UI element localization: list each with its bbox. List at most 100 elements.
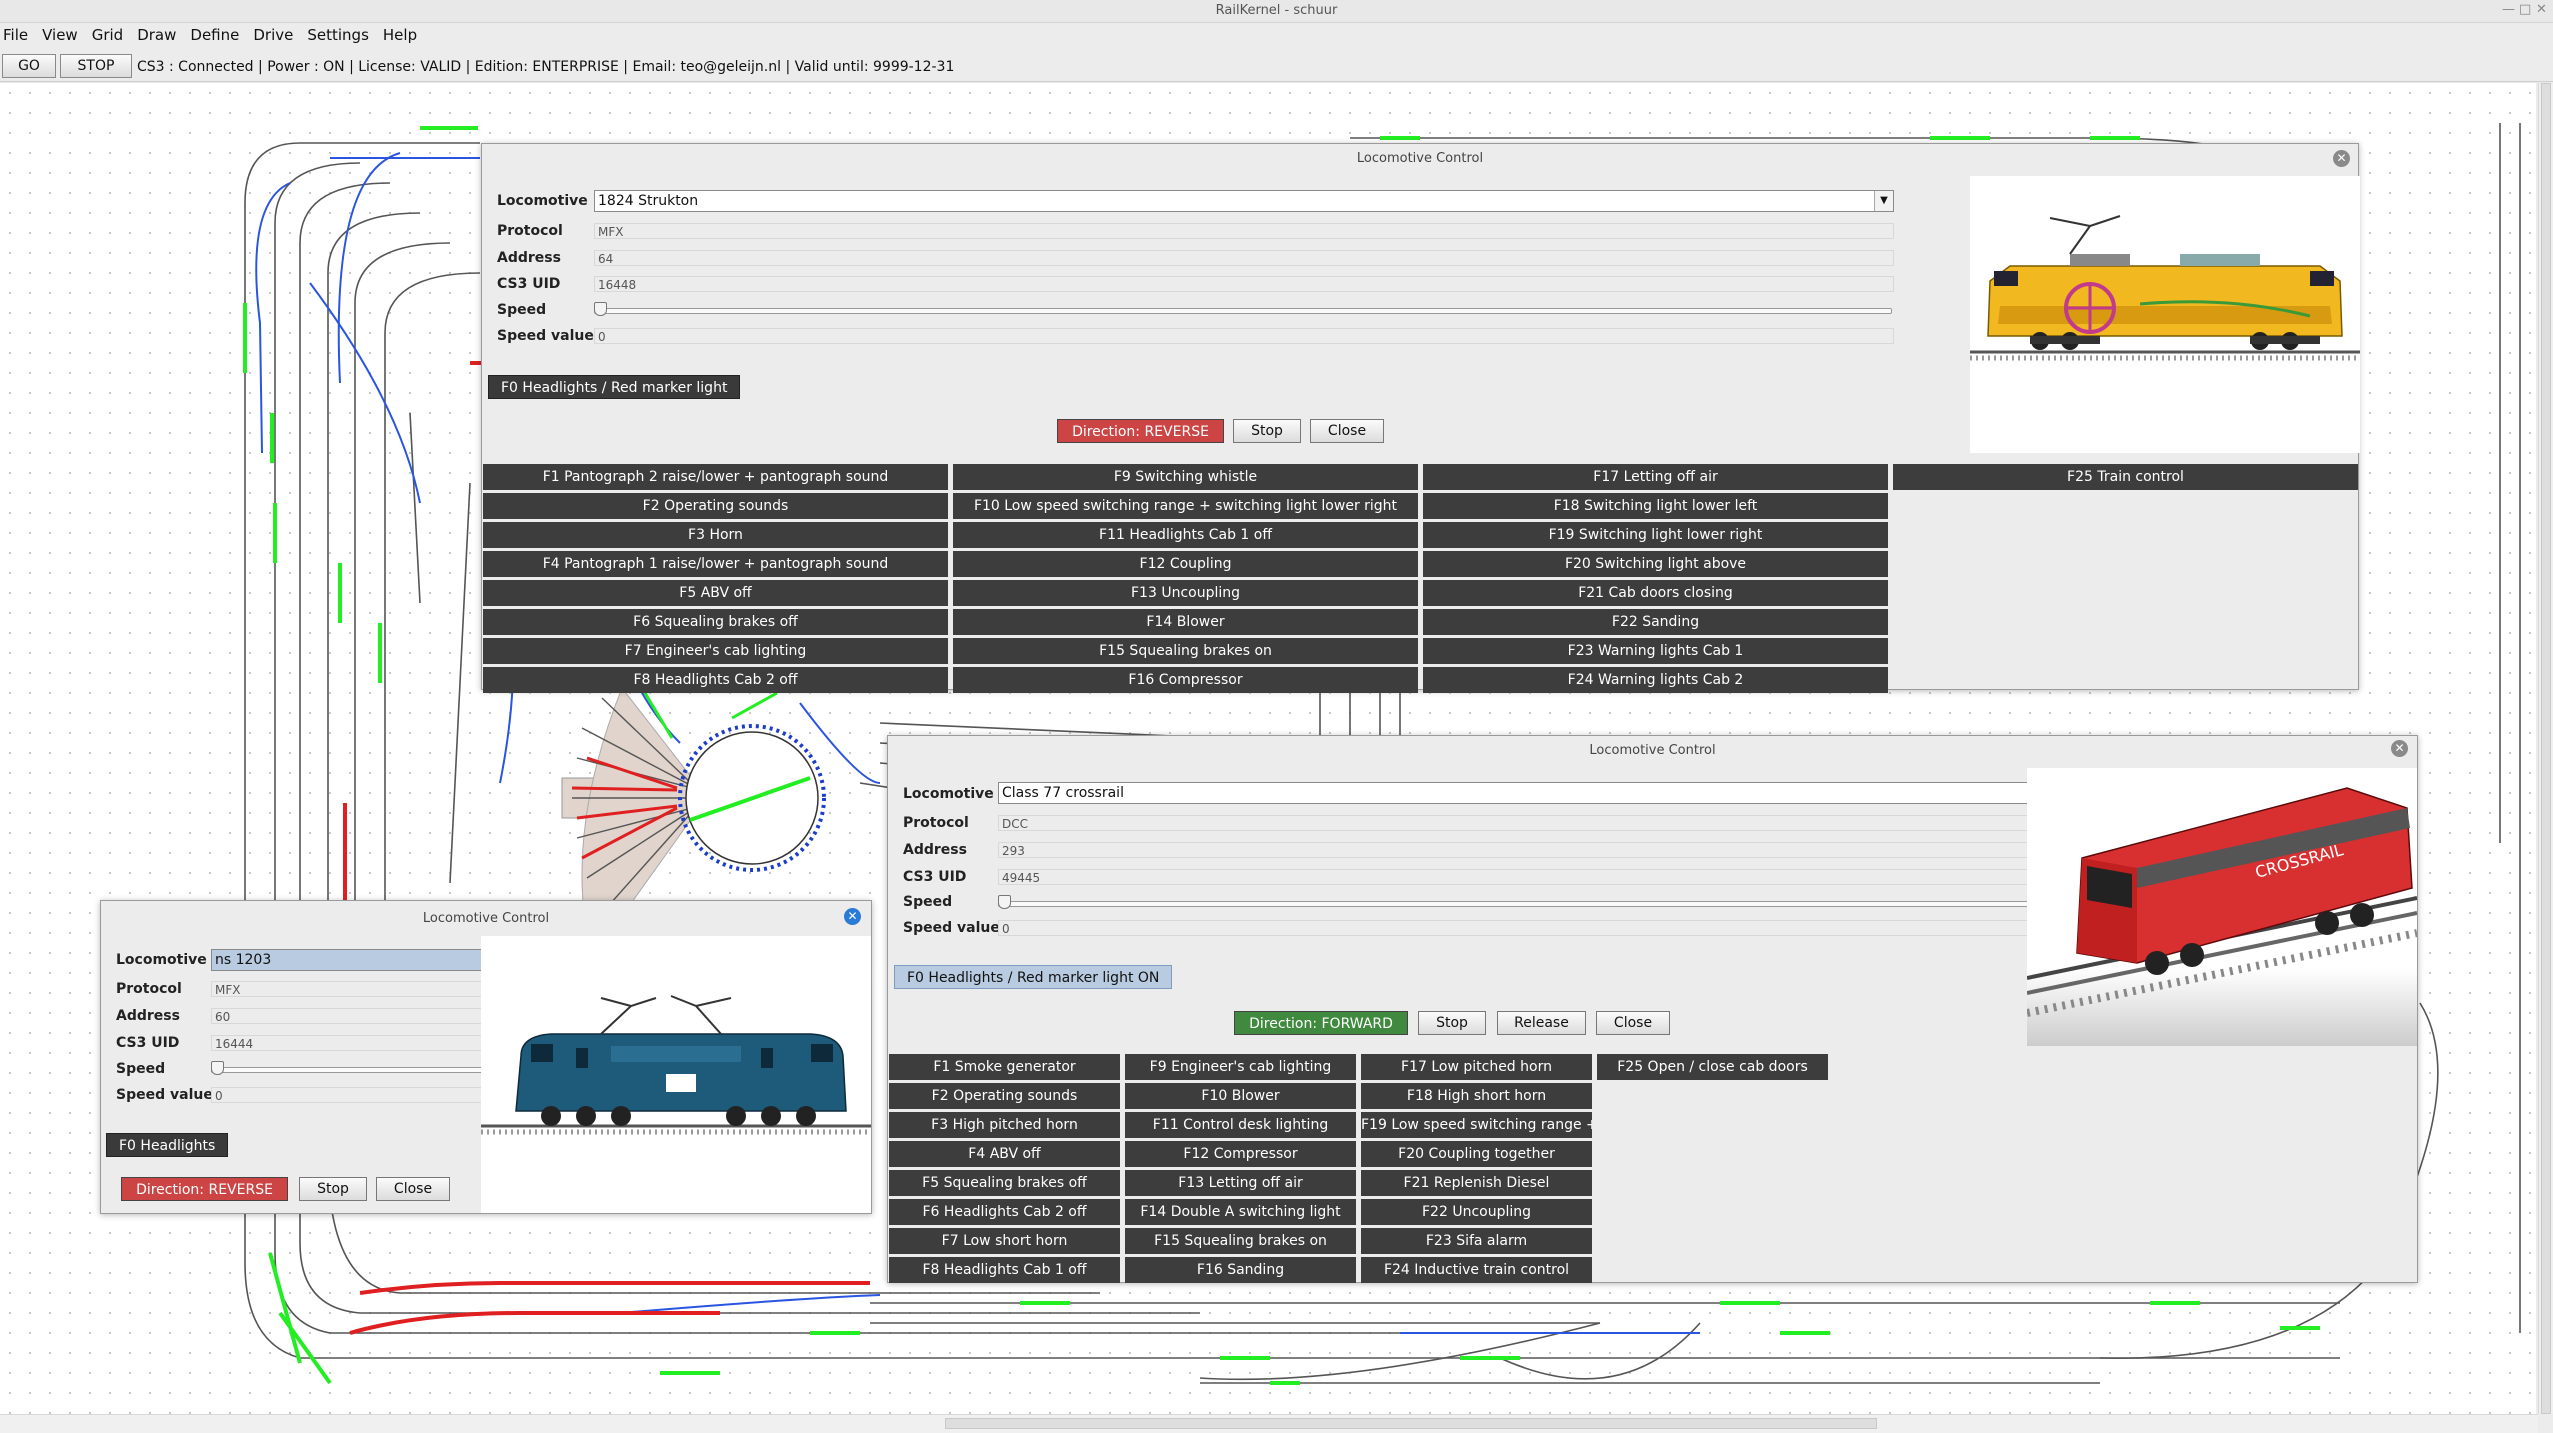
function-button-f10[interactable]: F10 Blower xyxy=(1125,1083,1356,1109)
locomotive-control-dialog-class77: Locomotive Control ✕ Locomotive Class 77… xyxy=(887,735,2418,1283)
locomotive-label: Locomotive xyxy=(116,952,207,968)
function-button-f21[interactable]: F21 Cab doors closing xyxy=(1423,580,1888,606)
menu-bar: File View Grid Draw Define Drive Settings Help xyxy=(0,23,2553,49)
speed-slider-knob[interactable] xyxy=(594,302,607,316)
function-button-grid: F1 Pantograph 2 raise/lower + pantograph… xyxy=(483,464,2358,693)
function-button-f3[interactable]: F3 High pitched horn xyxy=(889,1112,1120,1138)
function-button-f23[interactable]: F23 Sifa alarm xyxy=(1361,1228,1592,1254)
f0-function-toggle[interactable]: F0 Headlights / Red marker light xyxy=(488,375,741,399)
horizontal-scrollbar[interactable] xyxy=(0,1414,2538,1433)
locomotive-select[interactable]: Class 77 crossrail▼ xyxy=(998,782,2111,804)
function-button-f11[interactable]: F11 Control desk lighting xyxy=(1125,1112,1356,1138)
close-icon[interactable]: ✕ xyxy=(2333,150,2350,167)
function-button-f14[interactable]: F14 Blower xyxy=(953,609,1418,635)
function-button-f3[interactable]: F3 Horn xyxy=(483,522,948,548)
vertical-scroll-thumb[interactable] xyxy=(2541,83,2551,1414)
close-icon[interactable]: ✕ xyxy=(2391,740,2408,757)
function-button-f2[interactable]: F2 Operating sounds xyxy=(889,1083,1120,1109)
function-button-f6[interactable]: F6 Headlights Cab 2 off xyxy=(889,1199,1120,1225)
function-button-f8[interactable]: F8 Headlights Cab 2 off xyxy=(483,667,948,693)
protocol-field: MFX xyxy=(594,223,1894,239)
locomotive-select-value: 1824 Strukton xyxy=(598,193,699,209)
stop-button[interactable]: Stop xyxy=(299,1177,367,1201)
locomotive-select[interactable]: 1824 Strukton ▼ xyxy=(594,190,1894,212)
function-button-f20[interactable]: F20 Switching light above xyxy=(1423,551,1888,577)
function-button-f2[interactable]: F2 Operating sounds xyxy=(483,493,948,519)
function-button-f9[interactable]: F9 Switching whistle xyxy=(953,464,1418,490)
locomotive-label: Locomotive xyxy=(903,786,994,802)
function-button-f4[interactable]: F4 ABV off xyxy=(889,1141,1120,1167)
f0-function-toggle[interactable]: F0 Headlights / Red marker light ON xyxy=(894,965,1173,989)
maximize-icon[interactable]: □ xyxy=(2519,2,2531,17)
function-button-f6[interactable]: F6 Squealing brakes off xyxy=(483,609,948,635)
function-button-f22[interactable]: F22 Sanding xyxy=(1423,609,1888,635)
function-button-f5[interactable]: F5 ABV off xyxy=(483,580,948,606)
function-button-f13[interactable]: F13 Uncoupling xyxy=(953,580,1418,606)
function-button-f12[interactable]: F12 Coupling xyxy=(953,551,1418,577)
horizontal-scroll-thumb[interactable] xyxy=(945,1418,1877,1429)
function-button-f7[interactable]: F7 Engineer's cab lighting xyxy=(483,638,948,664)
function-button-f15[interactable]: F15 Squealing brakes on xyxy=(1125,1228,1356,1254)
locomotive-select-value: ns 1203 xyxy=(215,952,272,968)
minimize-icon[interactable]: — xyxy=(2502,2,2515,17)
menu-help[interactable]: Help xyxy=(376,23,424,44)
cs3uid-label: CS3 UID xyxy=(116,1035,180,1051)
menu-grid[interactable]: Grid xyxy=(85,23,130,44)
menu-define[interactable]: Define xyxy=(183,23,246,44)
function-button-f21[interactable]: F21 Replenish Diesel xyxy=(1361,1170,1592,1196)
function-button-f20[interactable]: F20 Coupling together xyxy=(1361,1141,1592,1167)
function-button-f17[interactable]: F17 Letting off air xyxy=(1423,464,1888,490)
close-button[interactable]: Close xyxy=(1596,1011,1670,1035)
function-button-f10[interactable]: F10 Low speed switching range + switchin… xyxy=(953,493,1418,519)
menu-view[interactable]: View xyxy=(35,23,85,44)
function-button-f18[interactable]: F18 Switching light lower left xyxy=(1423,493,1888,519)
close-button[interactable]: Close xyxy=(1310,419,1384,443)
function-button-f17[interactable]: F17 Low pitched horn xyxy=(1361,1054,1592,1080)
chevron-down-icon[interactable]: ▼ xyxy=(1874,191,1893,211)
function-button-f4[interactable]: F4 Pantograph 1 raise/lower + pantograph… xyxy=(483,551,948,577)
speed-slider[interactable] xyxy=(998,901,2109,907)
close-button[interactable]: Close xyxy=(376,1177,450,1201)
close-icon[interactable]: ✕ xyxy=(844,908,861,925)
function-button-f12[interactable]: F12 Compressor xyxy=(1125,1141,1356,1167)
function-button-f23[interactable]: F23 Warning lights Cab 1 xyxy=(1423,638,1888,664)
speed-slider-knob[interactable] xyxy=(211,1061,224,1075)
function-button-f13[interactable]: F13 Letting off air xyxy=(1125,1170,1356,1196)
function-button-f16[interactable]: F16 Compressor xyxy=(953,667,1418,693)
function-button-f22[interactable]: F22 Uncoupling xyxy=(1361,1199,1592,1225)
function-button-f25[interactable]: F25 Open / close cab doors xyxy=(1597,1054,1828,1080)
function-button-f15[interactable]: F15 Squealing brakes on xyxy=(953,638,1418,664)
function-button-f11[interactable]: F11 Headlights Cab 1 off xyxy=(953,522,1418,548)
speed-slider-knob[interactable] xyxy=(998,895,1011,909)
menu-settings[interactable]: Settings xyxy=(300,23,376,44)
menu-drive[interactable]: Drive xyxy=(246,23,300,44)
function-button-f5[interactable]: F5 Squealing brakes off xyxy=(889,1170,1120,1196)
vertical-scrollbar[interactable] xyxy=(2538,83,2553,1414)
direction-button[interactable]: Direction: FORWARD xyxy=(1234,1011,1408,1035)
function-button-f16[interactable]: F16 Sanding xyxy=(1125,1257,1356,1283)
function-button-f14[interactable]: F14 Double A switching light xyxy=(1125,1199,1356,1225)
function-button-f9[interactable]: F9 Engineer's cab lighting xyxy=(1125,1054,1356,1080)
function-button-f7[interactable]: F7 Low short horn xyxy=(889,1228,1120,1254)
function-button-f1[interactable]: F1 Smoke generator xyxy=(889,1054,1120,1080)
release-button[interactable]: Release xyxy=(1497,1011,1586,1035)
menu-file[interactable]: File xyxy=(0,23,35,44)
go-button[interactable]: GO xyxy=(2,54,56,78)
stop-button[interactable]: Stop xyxy=(1418,1011,1486,1035)
speed-slider[interactable] xyxy=(594,308,1892,314)
function-button-f18[interactable]: F18 High short horn xyxy=(1361,1083,1592,1109)
window-close-icon[interactable]: ✕ xyxy=(2536,2,2547,17)
function-button-f8[interactable]: F8 Headlights Cab 1 off xyxy=(889,1257,1120,1283)
direction-button[interactable]: Direction: REVERSE xyxy=(121,1177,288,1201)
direction-button[interactable]: Direction: REVERSE xyxy=(1057,419,1224,443)
function-button-f24[interactable]: F24 Warning lights Cab 2 xyxy=(1423,667,1888,693)
function-button-f19[interactable]: F19 Low speed switching range + Double A… xyxy=(1361,1112,1592,1138)
function-button-f24[interactable]: F24 Inductive train control xyxy=(1361,1257,1592,1283)
function-button-f25[interactable]: F25 Train control xyxy=(1893,464,2358,490)
stop-button[interactable]: Stop xyxy=(1233,419,1301,443)
menu-draw[interactable]: Draw xyxy=(130,23,183,44)
stop-button[interactable]: STOP xyxy=(60,54,132,78)
function-button-f1[interactable]: F1 Pantograph 2 raise/lower + pantograph… xyxy=(483,464,948,490)
function-button-f19[interactable]: F19 Switching light lower right xyxy=(1423,522,1888,548)
f0-function-toggle[interactable]: F0 Headlights xyxy=(106,1133,229,1157)
